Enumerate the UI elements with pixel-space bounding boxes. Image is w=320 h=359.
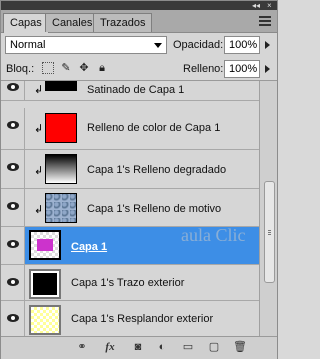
opacity-label: Opacidad: xyxy=(173,39,224,51)
layer-name: Capa 1's Relleno de motivo xyxy=(87,203,222,215)
tab-capas[interactable]: Capas xyxy=(3,13,49,33)
layer-name: Relleno de color de Capa 1 xyxy=(87,122,221,134)
layers-list: ↲ Satinado de Capa 1 ↲ Relleno de color … xyxy=(1,81,259,336)
scrollbar-thumb[interactable] xyxy=(264,181,275,283)
layer-thumbnail xyxy=(45,113,77,143)
adjustment-layer-icon[interactable]: ◐ xyxy=(155,341,169,354)
lock-brush-icon[interactable]: ✎ xyxy=(60,62,72,74)
visibility-toggle[interactable] xyxy=(1,265,25,300)
layer-row[interactable]: ↲ Relleno de color de Capa 1 xyxy=(1,108,259,150)
visibility-toggle[interactable] xyxy=(1,108,25,149)
eye-icon xyxy=(7,83,19,91)
layers-scrollbar[interactable] xyxy=(259,81,277,336)
chevron-down-icon xyxy=(154,43,162,48)
blend-mode-select[interactable]: Normal xyxy=(5,36,167,54)
eye-icon xyxy=(7,202,19,210)
link-layers-icon[interactable]: ⚭ xyxy=(75,341,89,354)
visibility-toggle[interactable] xyxy=(1,189,25,226)
tab-trazados[interactable]: Trazados xyxy=(93,13,153,32)
close-icon[interactable]: × xyxy=(267,1,272,10)
layer-thumbnail xyxy=(29,269,61,299)
fill-label: Relleno: xyxy=(183,63,224,75)
layer-name: Capa 1's Trazo exterior xyxy=(71,277,185,289)
layer-row[interactable]: ↲ Satinado de Capa 1 xyxy=(1,81,259,101)
blend-mode-value: Normal xyxy=(10,39,46,51)
layer-name: Capa 1 xyxy=(71,241,108,253)
collapse-icon[interactable]: ◂◂ xyxy=(252,1,260,10)
visibility-toggle[interactable] xyxy=(1,301,25,336)
fill-input[interactable]: 100% xyxy=(224,60,260,78)
new-layer-icon[interactable]: ▢ xyxy=(207,341,221,354)
watermark: aula Clic xyxy=(181,225,246,245)
layer-row[interactable]: Capa 1's Resplandor exterior xyxy=(1,301,259,336)
eye-icon xyxy=(7,240,19,248)
layer-mask-icon[interactable]: ◙ xyxy=(131,341,145,354)
lock-label: Bloq.: xyxy=(6,63,35,75)
clip-arrow-icon: ↲ xyxy=(34,165,44,177)
layer-name: Satinado de Capa 1 xyxy=(87,84,185,96)
eye-icon xyxy=(7,314,19,322)
blend-row: Normal Opacidad: 100% xyxy=(1,33,277,57)
opacity-input[interactable]: 100% xyxy=(224,36,260,54)
layer-thumbnail xyxy=(29,305,61,335)
delete-layer-icon[interactable]: 🗑︎ xyxy=(233,341,247,354)
clip-arrow-icon: ↲ xyxy=(34,204,44,216)
visibility-toggle[interactable] xyxy=(1,81,25,100)
visibility-toggle[interactable] xyxy=(1,227,25,264)
fx-icon[interactable]: fx xyxy=(103,341,117,354)
layer-row[interactable]: Capa 1's Trazo exterior xyxy=(1,265,259,301)
new-group-icon[interactable]: ▭ xyxy=(181,341,195,354)
layer-row[interactable]: ↲ Capa 1's Relleno degradado xyxy=(1,150,259,189)
layers-bottom-toolbar: ⚭ fx ◙ ◐ ▭ ▢ 🗑︎ xyxy=(1,336,277,359)
layer-name: Capa 1's Relleno degradado xyxy=(87,164,227,176)
lock-transparency-icon[interactable] xyxy=(42,62,54,74)
tab-canales[interactable]: Canales xyxy=(45,13,100,32)
layer-thumbnail xyxy=(45,81,77,91)
eye-icon xyxy=(7,121,19,129)
fill-slider-icon[interactable] xyxy=(265,65,270,73)
lock-row: Bloq.: ✎ ✥ 🔒︎ Relleno: 100% xyxy=(1,58,277,81)
layer-thumbnail xyxy=(29,230,61,260)
clip-arrow-icon: ↲ xyxy=(34,123,44,135)
layer-row[interactable]: ↲ Capa 1's Relleno de motivo xyxy=(1,189,259,227)
layer-thumbnail xyxy=(45,154,77,184)
panel-menu-icon[interactable] xyxy=(259,16,271,26)
layers-panel: ◂◂ × Capas Canales Trazados Normal Opaci… xyxy=(0,0,278,359)
opacity-slider-icon[interactable] xyxy=(265,41,270,49)
layer-thumbnail xyxy=(45,193,77,223)
eye-icon xyxy=(7,163,19,171)
layer-name: Capa 1's Resplandor exterior xyxy=(71,313,214,325)
lock-move-icon[interactable]: ✥ xyxy=(78,62,90,74)
panel-tabs: Capas Canales Trazados xyxy=(1,10,277,33)
clip-arrow-icon: ↲ xyxy=(34,84,44,96)
eye-icon xyxy=(7,278,19,286)
panel-title-bar: ◂◂ × xyxy=(1,1,277,10)
visibility-toggle[interactable] xyxy=(1,150,25,188)
lock-all-icon[interactable]: 🔒︎ xyxy=(96,62,108,74)
